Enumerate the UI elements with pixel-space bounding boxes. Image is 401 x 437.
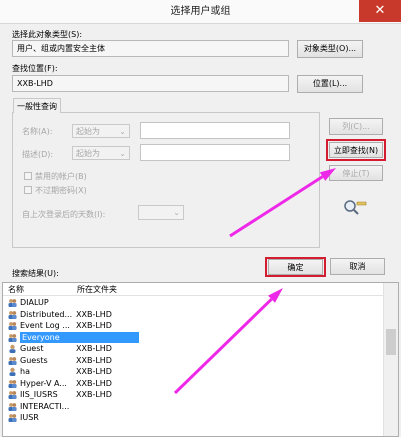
annotation-arrows [173, 168, 336, 395]
